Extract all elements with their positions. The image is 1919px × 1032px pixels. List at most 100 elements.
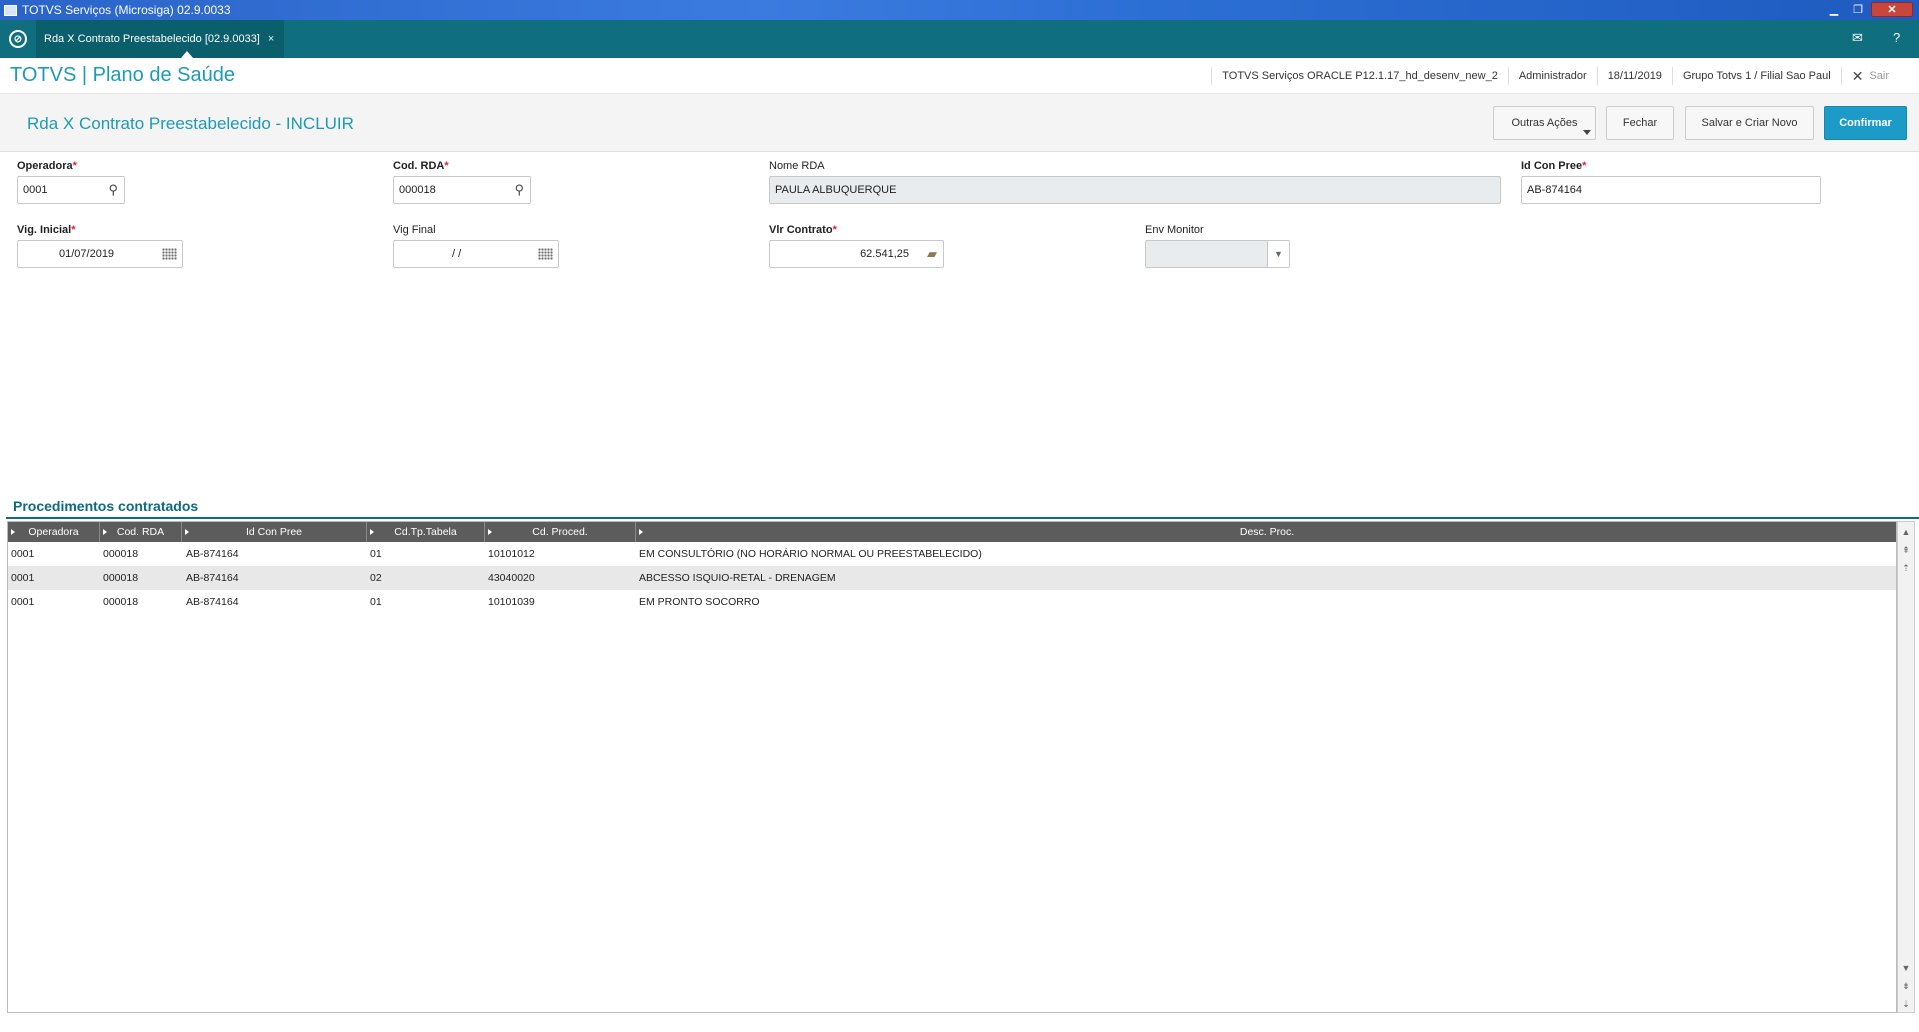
cell-cd-proced: 10101039 (488, 596, 535, 608)
vig-inicial-label: Vig. Inicial* (17, 224, 76, 236)
app-header: TOTVS | Plano de Saúde TOTVS Serviços OR… (0, 58, 1919, 94)
app-icon (4, 4, 17, 16)
form-toolbar: Rda X Contrato Preestabelecido - INCLUIR… (0, 94, 1919, 152)
env-monitor-select[interactable]: ▼ (1145, 240, 1290, 268)
exit-label: Sair (1869, 70, 1889, 82)
scroll-top-icon[interactable]: ▲ (1898, 524, 1914, 540)
branch-label[interactable]: Grupo Totvs 1 / Filial Sao Paul (1671, 67, 1841, 85)
user-label: Administrador (1507, 67, 1597, 85)
section-divider (6, 517, 1919, 519)
exit-icon: ✕ (1851, 67, 1864, 84)
column-header-cd-proced[interactable]: Cd. Proced. (485, 522, 636, 542)
cell-operadora: 0001 (11, 548, 35, 560)
column-header-cd-tp-tabela[interactable]: Cd.Tp.Tabela (367, 522, 485, 542)
minimize-icon[interactable]: ▁ (1823, 2, 1845, 17)
table-row[interactable]: 0001 000018 AB-874164 02 43040020 ABCESS… (8, 566, 1896, 590)
maximize-icon[interactable]: ❐ (1847, 2, 1869, 17)
vlr-contrato-value: 62.541,25 (860, 248, 909, 260)
nome-rda-label: Nome RDA (769, 160, 825, 172)
mail-icon[interactable]: ✉ (1852, 30, 1863, 46)
vig-inicial-value: 01/07/2019 (59, 248, 115, 260)
app-brand: TOTVS | Plano de Saúde (10, 64, 235, 86)
operadora-input[interactable]: 0001 ⚲ (17, 176, 125, 204)
nome-rda-field: Nome RDA PAULA ALBUQUERQUE (769, 160, 1501, 204)
cell-cd-tp-tabela: 02 (370, 572, 382, 584)
form-page: Rda X Contrato Preestabelecido - INCLUIR… (0, 94, 1919, 1032)
exit-button[interactable]: ✕ Sair (1840, 67, 1899, 85)
vig-inicial-input[interactable]: 01/07/2019 (17, 240, 183, 268)
column-header-desc-proc[interactable]: Desc. Proc. (636, 522, 1896, 542)
tab-rda-contrato[interactable]: Rda X Contrato Preestabelecido [02.9.003… (36, 20, 285, 58)
save-and-new-button[interactable]: Salvar e Criar Novo (1685, 106, 1814, 140)
confirm-label: Confirmar (1839, 117, 1892, 129)
environment-label: TOTVS Serviços ORACLE P12.1.17_hd_desenv… (1211, 67, 1508, 85)
vlr-contrato-input[interactable]: 62.541,25 ▰ (769, 240, 944, 268)
tab-bar: ⊘ Rda X Contrato Preestabelecido [02.9.0… (0, 20, 1919, 58)
cell-desc-proc: EM PRONTO SOCORRO (639, 596, 760, 608)
cell-id-con-pree: AB-874164 (186, 572, 239, 584)
scroll-down-icon[interactable]: ▼ (1898, 960, 1914, 976)
vig-final-label: Vig Final (393, 224, 436, 236)
search-icon[interactable]: ⚲ (108, 182, 118, 198)
cell-id-con-pree: AB-874164 (186, 596, 239, 608)
cell-cd-proced: 10101012 (488, 548, 535, 560)
vig-inicial-field: Vig. Inicial* 01/07/2019 (17, 224, 183, 268)
form-title: Rda X Contrato Preestabelecido - INCLUIR (27, 114, 354, 133)
env-monitor-field: Env Monitor ▼ (1145, 224, 1290, 268)
cell-desc-proc: ABCESSO ISQUIO-RETAL - DRENAGEM (639, 572, 836, 584)
close-button[interactable]: Fechar (1606, 106, 1674, 140)
calendar-icon[interactable] (162, 248, 177, 260)
close-window-icon[interactable]: ✕ (1871, 2, 1913, 17)
cell-desc-proc: EM CONSULTÓRIO (NO HORÁRIO NORMAL OU PRE… (639, 548, 982, 560)
vig-final-field: Vig Final / / (393, 224, 559, 268)
money-icon[interactable]: ▰ (927, 246, 937, 262)
column-header-operadora[interactable]: Operadora (8, 522, 100, 542)
vlr-contrato-field: Vlr Contrato* 62.541,25 ▰ (769, 224, 944, 268)
tab-label: Rda X Contrato Preestabelecido [02.9.003… (44, 33, 260, 45)
scroll-page-down-icon[interactable]: ⇟ (1898, 978, 1914, 994)
save-and-new-label: Salvar e Criar Novo (1701, 117, 1798, 129)
cod-rda-input[interactable]: 000018 ⚲ (393, 176, 531, 204)
help-icon[interactable]: ? (1893, 30, 1900, 45)
date-label: 18/11/2019 (1596, 67, 1672, 85)
cod-rda-value: 000018 (399, 184, 436, 196)
scroll-bottom-icon[interactable]: ⇣ (1898, 996, 1914, 1012)
column-header-id-con-pree[interactable]: Id Con Pree (182, 522, 367, 542)
cell-operadora: 0001 (11, 572, 35, 584)
operadora-label: Operadora* (17, 160, 77, 172)
calendar-icon[interactable] (538, 248, 553, 260)
session-info: TOTVS Serviços ORACLE P12.1.17_hd_desenv… (1211, 58, 1899, 94)
env-monitor-label: Env Monitor (1145, 224, 1204, 236)
table-row[interactable]: 0001 000018 AB-874164 01 10101039 EM PRO… (8, 590, 1896, 614)
cell-cod-rda: 000018 (103, 548, 139, 560)
window-title: TOTVS Serviços (Microsiga) 02.9.0033 (22, 3, 231, 17)
nome-rda-value: PAULA ALBUQUERQUE (775, 184, 897, 196)
chevron-down-icon[interactable]: ▼ (1267, 241, 1289, 267)
id-con-pree-input[interactable]: AB-874164 (1521, 176, 1821, 204)
cell-cod-rda: 000018 (103, 596, 139, 608)
other-actions-button[interactable]: Outras Ações (1493, 106, 1596, 140)
confirm-button[interactable]: Confirmar (1824, 106, 1907, 140)
grid-section-title: Procedimentos contratados (13, 498, 199, 514)
operadora-value: 0001 (23, 184, 48, 196)
procedures-grid[interactable]: Operadora Cod. RDA Id Con Pree Cd.Tp.Tab… (7, 521, 1897, 1013)
grid-header: Operadora Cod. RDA Id Con Pree Cd.Tp.Tab… (8, 522, 1896, 542)
cell-cd-tp-tabela: 01 (370, 596, 382, 608)
scroll-up-icon[interactable]: ⇡ (1898, 560, 1914, 576)
cell-id-con-pree: AB-874164 (186, 548, 239, 560)
cell-operadora: 0001 (11, 596, 35, 608)
cod-rda-field: Cod. RDA* 000018 ⚲ (393, 160, 531, 204)
scroll-page-up-icon[interactable]: ⇞ (1898, 542, 1914, 558)
window-controls: ▁ ❐ ✕ (1823, 2, 1913, 17)
search-icon[interactable]: ⚲ (514, 182, 524, 198)
table-row[interactable]: 0001 000018 AB-874164 01 10101012 EM CON… (8, 542, 1896, 566)
vlr-contrato-label: Vlr Contrato* (769, 224, 837, 236)
grid-scrollbar[interactable]: ▲ ⇞ ⇡ ▼ ⇟ ⇣ (1897, 521, 1915, 1013)
vig-final-input[interactable]: / / (393, 240, 559, 268)
home-icon[interactable]: ⊘ (9, 30, 27, 48)
column-header-cod-rda[interactable]: Cod. RDA (100, 522, 182, 542)
tab-close-icon[interactable]: × (268, 33, 274, 45)
active-tab-indicator (181, 51, 193, 58)
other-actions-label: Outras Ações (1511, 117, 1578, 129)
cod-rda-label: Cod. RDA* (393, 160, 449, 172)
